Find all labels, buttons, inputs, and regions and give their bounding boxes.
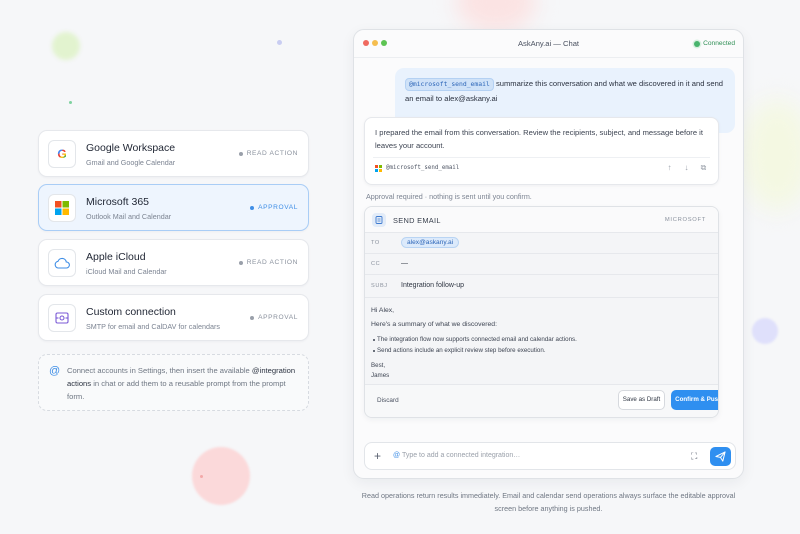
cc-field[interactable]: —	[401, 260, 408, 267]
assistant-text: I prepared the email from this conversat…	[375, 128, 703, 150]
connector-card-microsoft[interactable]: Microsoft 365 Outlook Mail and Calendar …	[38, 184, 309, 231]
connector-card-icloud[interactable]: Apple iCloud iCloud Mail and Calendar RE…	[38, 239, 309, 286]
cc-label: CC	[371, 261, 381, 267]
discard-button[interactable]: Discard	[377, 397, 399, 404]
recipient-chip[interactable]: alex@askany.ai	[401, 237, 460, 248]
subject-label: SUBJ	[371, 283, 388, 289]
connector-card-google[interactable]: G Google Workspace Gmail and Google Cale…	[38, 130, 309, 177]
background-blob	[52, 32, 80, 60]
connector-description: SMTP for email and CalDAV for calendars	[86, 322, 220, 331]
to-row: TO alex@askany.ai	[365, 233, 718, 254]
message-actions: ↑ ↓ ⧉	[665, 163, 708, 173]
hint-text: Connect accounts in Settings, then inser…	[67, 366, 296, 401]
title-bar: AskAny.ai — Chat Connected	[354, 30, 743, 58]
provider-label: MICROSOFT	[664, 217, 706, 223]
send-email-footer: Discard Save as Draft Confirm & Push	[365, 384, 718, 417]
add-icon[interactable]: +	[374, 449, 381, 463]
google-logo-icon: G	[48, 140, 76, 168]
background-dot	[277, 40, 282, 45]
to-label: TO	[371, 240, 380, 246]
email-greeting: Hi Alex,	[371, 307, 395, 314]
expand-icon[interactable]: ⛶	[691, 451, 697, 462]
connector-name: Apple iCloud	[86, 251, 146, 263]
arrow-down-icon[interactable]: ↓	[682, 163, 691, 173]
footnote-text: Read operations return results immediate…	[361, 491, 736, 513]
connector-description: Gmail and Google Calendar	[86, 158, 176, 167]
background-blob	[742, 100, 800, 210]
background-dot	[69, 101, 72, 104]
confirm-push-button[interactable]: Confirm & Push	[671, 390, 718, 410]
email-signature: James	[371, 372, 390, 379]
window-title: AskAny.ai — Chat	[517, 39, 580, 48]
at-icon: @	[49, 365, 61, 377]
server-icon	[48, 304, 76, 332]
connection-status: Connected	[694, 40, 735, 47]
subject-row: SUBJ Integration follow-up	[365, 275, 718, 298]
cc-row: CC —	[365, 254, 718, 275]
tool-label: @microsoft_send_email	[386, 165, 460, 171]
connector-name: Google Workspace	[86, 142, 176, 154]
assistant-message: I prepared the email from this conversat…	[364, 117, 719, 185]
email-bullet: The integration flow now supports connec…	[373, 336, 577, 343]
send-email-header: SEND EMAIL MICROSOFT	[365, 207, 718, 233]
send-email-title: SEND EMAIL	[393, 216, 441, 225]
integration-mention[interactable]: @microsoft_send_email	[405, 78, 494, 91]
background-blob	[752, 318, 778, 344]
connector-name: Custom connection	[86, 306, 176, 318]
send-icon	[715, 451, 726, 462]
connector-badge: READ ACTION	[238, 150, 298, 157]
send-email-card: SEND EMAIL MICROSOFT TO alex@askany.ai C…	[364, 206, 719, 418]
connector-description: Outlook Mail and Calendar	[86, 212, 172, 221]
status-dot-icon	[694, 40, 701, 47]
subject-field[interactable]: Integration follow-up	[401, 282, 464, 289]
background-dot	[200, 475, 203, 478]
message-composer[interactable]: + @ Type to add a connected integration……	[364, 442, 736, 470]
approval-note: Approval required · nothing is sent unti…	[366, 192, 532, 201]
background-blob	[456, 0, 536, 32]
email-bullet: Send actions include an explicit review …	[373, 347, 546, 354]
save-draft-button[interactable]: Save as Draft	[618, 390, 665, 410]
send-button[interactable]	[710, 447, 731, 466]
connector-card-custom[interactable]: Custom connection SMTP for email and Cal…	[38, 294, 309, 341]
integration-hint: @ Connect accounts in Settings, then ins…	[38, 354, 309, 411]
cloud-icon	[48, 249, 76, 277]
composer-input[interactable]: @ Type to add a connected integration…	[393, 452, 520, 459]
connector-badge: APPROVAL	[250, 204, 298, 211]
connector-name: Microsoft 365	[86, 196, 150, 208]
divider	[373, 157, 710, 158]
copy-icon[interactable]: ⧉	[699, 163, 708, 173]
microsoft-logo-icon	[48, 194, 76, 222]
mail-icon	[372, 213, 386, 227]
arrow-up-icon[interactable]: ↑	[665, 163, 674, 173]
microsoft-logo-icon	[375, 165, 382, 172]
email-intro: Here's a summary of what we discovered:	[371, 321, 497, 328]
chat-window: AskAny.ai — Chat Connected @microsoft_se…	[353, 29, 744, 479]
connector-badge: APPROVAL	[250, 314, 298, 321]
connector-description: iCloud Mail and Calendar	[86, 267, 167, 276]
email-signoff: Best,	[371, 362, 386, 369]
connector-badge: READ ACTION	[238, 259, 298, 266]
